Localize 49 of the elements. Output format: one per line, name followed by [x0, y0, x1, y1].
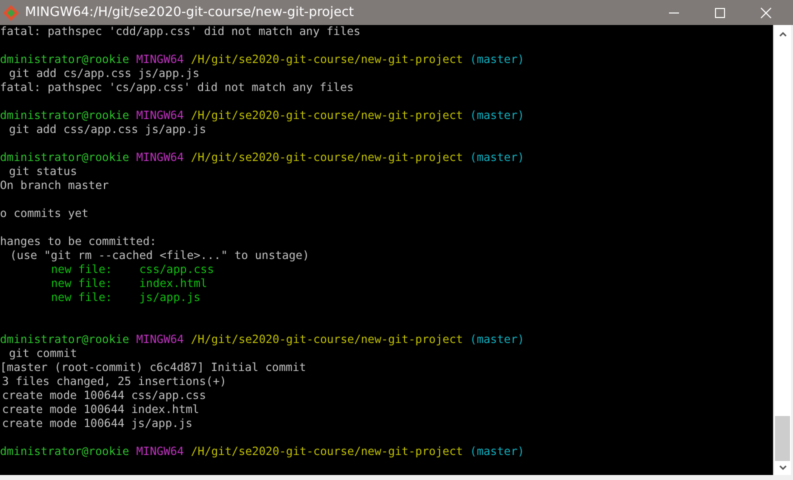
- output-text: hanges to be committed:: [0, 235, 156, 248]
- command-text: git add css/app.css js/app.js: [9, 123, 206, 136]
- prompt-user: dministrator@rookie: [0, 333, 130, 346]
- staged-file: js/app.js: [139, 291, 200, 304]
- prompt-branch: (master): [470, 445, 524, 458]
- prompt-user: dministrator@rookie: [0, 445, 130, 458]
- command-text: git status: [9, 165, 78, 178]
- output-text: fatal: pathspec 'cs/app.css' did not match any files: [0, 81, 354, 94]
- scroll-up-icon[interactable]: [778, 31, 786, 37]
- staged-label: new file:: [51, 291, 112, 304]
- prompt-user: dministrator@rookie: [0, 151, 130, 164]
- close-icon[interactable]: [760, 6, 772, 18]
- prompt-host: MINGW64: [136, 445, 184, 458]
- scroll-down-icon[interactable]: [778, 465, 786, 471]
- prompt-branch: (master): [470, 151, 524, 164]
- prompt-path: /H/git/se2020-git-course/new-git-project: [190, 333, 463, 346]
- output-text: On branch master: [0, 179, 109, 192]
- output-text: [master (root-commit) c6c4d87] Initial commit: [0, 361, 306, 374]
- prompt-branch: (master): [470, 109, 524, 122]
- prompt-host: MINGW64: [136, 151, 184, 164]
- staged-file: index.html: [139, 277, 208, 290]
- output-text: fatal: pathspec 'cdd/app.css' did not match any files: [0, 25, 360, 38]
- output-text: create mode 100644 index.html: [2, 403, 200, 416]
- prompt-path: /H/git/se2020-git-course/new-git-project: [190, 109, 463, 122]
- prompt-path: /H/git/se2020-git-course/new-git-project: [190, 151, 463, 164]
- staged-label: new file:: [51, 277, 112, 290]
- command-text: git add cs/app.css js/app.js: [9, 67, 200, 80]
- prompt-host: MINGW64: [136, 333, 184, 346]
- output-text: (use "git rm --cached <file>..." to unstage): [10, 249, 310, 262]
- prompt-branch: (master): [470, 53, 524, 66]
- prompt-user: dministrator@rookie: [0, 109, 130, 122]
- output-text: create mode 100644 css/app.css: [2, 389, 206, 402]
- prompt-path: /H/git/se2020-git-course/new-git-project: [190, 445, 463, 458]
- staged-file: css/app.css: [139, 263, 214, 276]
- prompt-host: MINGW64: [136, 53, 184, 66]
- prompt-user: dministrator@rookie: [0, 53, 130, 66]
- prompt-host: MINGW64: [136, 109, 184, 122]
- diamond-logo-icon: [3, 4, 19, 20]
- window-title: MINGW64:/H/git/se2020-git-course/new-git-project: [25, 5, 355, 20]
- command-text: git commit: [9, 347, 78, 360]
- output-text: create mode 100644 js/app.js: [2, 417, 192, 430]
- prompt-branch: (master): [470, 333, 524, 346]
- scrollbar-thumb[interactable]: [775, 416, 790, 461]
- output-text: 3 files changed, 25 insertions(+): [2, 375, 226, 388]
- maximize-icon[interactable]: [714, 6, 726, 18]
- staged-label: new file:: [51, 263, 112, 276]
- output-text: o commits yet: [0, 207, 88, 220]
- prompt-path: /H/git/se2020-git-course/new-git-project: [190, 53, 463, 66]
- scrollbar[interactable]: [773, 25, 791, 475]
